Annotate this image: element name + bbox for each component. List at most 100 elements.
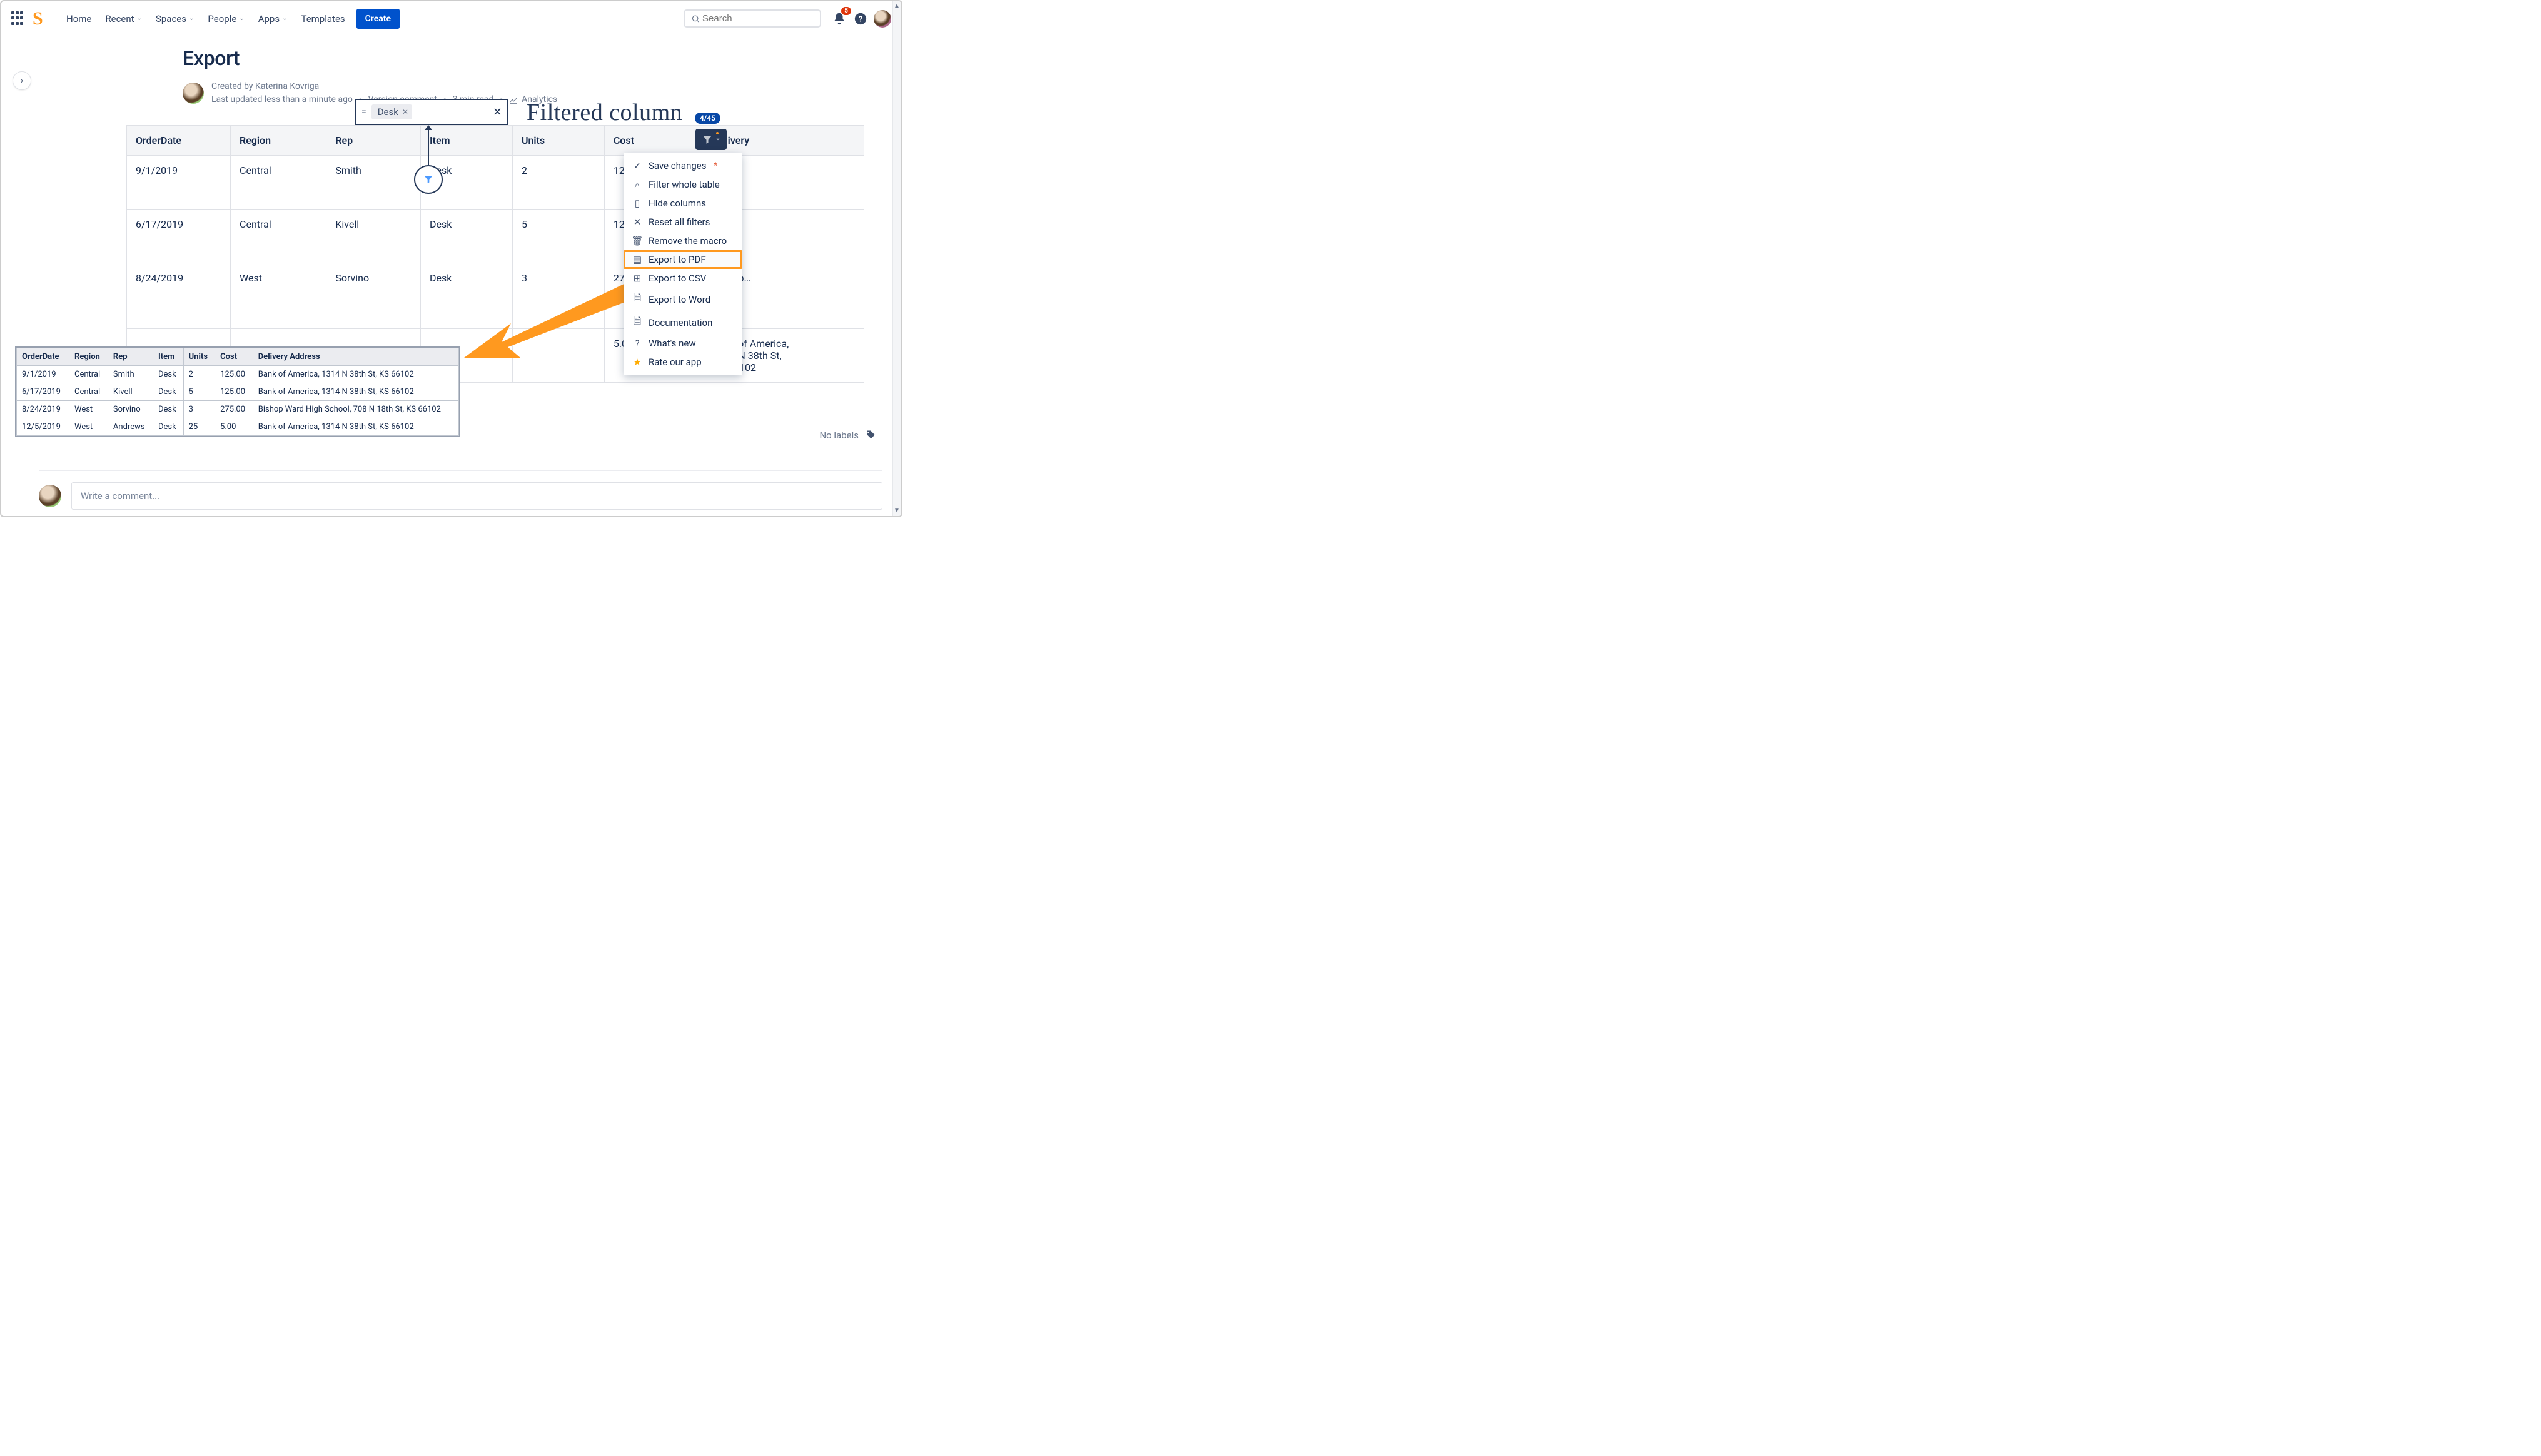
funnel-icon — [702, 134, 713, 145]
column-filter-input[interactable]: = Desk ✕ ✕ — [355, 99, 508, 125]
logo-icon[interactable]: S — [33, 10, 50, 28]
mini-row: 9/1/2019CentralSmithDesk2125.00Bank of A… — [17, 366, 459, 383]
col-item[interactable]: Item — [421, 126, 513, 156]
notifications-icon[interactable]: 5 — [829, 8, 850, 29]
menu-item-label: Reset all filters — [649, 216, 710, 228]
export-preview-table: OrderDateRegionRepItemUnitsCostDelivery … — [16, 348, 459, 436]
table-row: 9/1/2019CentralSmithDesk2125.00Ba… 13… K… — [127, 156, 864, 210]
cell-units — [512, 329, 604, 383]
nav-spaces[interactable]: Spaces⌄ — [151, 9, 199, 28]
csv-icon: ⊞ — [632, 273, 642, 284]
remove-chip-icon[interactable]: ✕ — [402, 108, 408, 116]
close-filter-icon[interactable]: ✕ — [493, 106, 502, 119]
mini-col-rep: Rep — [108, 348, 153, 366]
table-header-row: OrderDateRegionRepItemUnitsCostDelivery — [127, 126, 864, 156]
menu-item-label: Rate our app — [649, 356, 702, 368]
col-orderdate[interactable]: OrderDate — [127, 126, 231, 156]
menu-item-label: Export to CSV — [649, 273, 706, 284]
menu-save-changes[interactable]: ✓Save changes* — [624, 156, 742, 175]
filter-chip[interactable]: Desk ✕ — [371, 104, 412, 119]
menu-export-to-pdf[interactable]: ▤Export to PDF — [624, 250, 742, 269]
chevron-down-icon: ⌄ — [282, 15, 287, 22]
pdf-icon: ▤ — [632, 254, 642, 265]
labels-section[interactable]: No labels — [819, 430, 876, 441]
cell-units: 3 — [512, 263, 604, 329]
cell-units: 5 — [512, 210, 604, 263]
col-units[interactable]: Units — [512, 126, 604, 156]
col-region[interactable]: Region — [231, 126, 326, 156]
cell-date: 8/24/2019 — [127, 263, 231, 329]
annotation-arrow-line — [428, 126, 429, 165]
menu-documentation[interactable]: 🗎 Documentation — [624, 311, 742, 334]
tag-icon[interactable] — [865, 430, 876, 441]
filter-tool-button[interactable] — [695, 129, 727, 150]
chevron-down-icon: ⌄ — [189, 15, 194, 22]
table-row: 8/24/2019WestSorvinoDesk3275.00Bishop… H… — [127, 263, 864, 329]
cell-region: Central — [231, 210, 326, 263]
filter-counter-badge: 4/45 — [695, 113, 720, 124]
cell-date: 6/17/2019 — [127, 210, 231, 263]
star-icon: ★ — [632, 356, 642, 368]
author-avatar[interactable] — [183, 83, 204, 104]
col-delivery-address[interactable]: Delivery — [704, 126, 864, 156]
menu-filter-whole-table[interactable]: ⌕Filter whole table — [624, 175, 742, 194]
annotation-label: Filtered column — [527, 99, 682, 126]
menu-remove-the-macro[interactable]: 🗑 Remove the macro — [624, 231, 742, 250]
col-cost[interactable]: Cost — [604, 126, 704, 156]
user-avatar[interactable] — [874, 10, 891, 28]
cell-item: Desk — [421, 263, 513, 329]
comment-input[interactable]: Write a comment... — [71, 482, 882, 510]
mini-col-delivery-address: Delivery Address — [253, 348, 458, 366]
nav-apps[interactable]: Apps⌄ — [253, 9, 293, 28]
menu-item-label: Documentation — [649, 317, 712, 328]
mini-col-region: Region — [69, 348, 108, 366]
filter-dropdown-menu: ✓Save changes*⌕Filter whole table▯Hide c… — [624, 153, 742, 375]
col-rep[interactable]: Rep — [326, 126, 421, 156]
menu-rate-our-app[interactable]: ★ Rate our app — [624, 353, 742, 372]
menu-reset-all-filters[interactable]: ✕Reset all filters — [624, 213, 742, 231]
author-link[interactable]: Katerina Kovriga — [255, 81, 319, 91]
create-button[interactable]: Create — [356, 9, 400, 29]
menu-item-label: Save changes — [649, 160, 706, 171]
nav-templates[interactable]: Templates — [296, 9, 350, 28]
mini-col-cost: Cost — [215, 348, 253, 366]
doc-icon: 🗎 — [632, 315, 642, 330]
comment-bar: Write a comment... — [39, 470, 882, 510]
menu-item-label: Remove the macro — [649, 235, 727, 246]
table-row: 6/17/2019CentralKivellDesk5125.00Ba… 13…… — [127, 210, 864, 263]
mini-col-units: Units — [183, 348, 215, 366]
mini-row: 6/17/2019CentralKivellDesk5125.00Bank of… — [17, 383, 459, 401]
cell-region: Central — [231, 156, 326, 210]
app-switcher-icon[interactable] — [11, 11, 26, 26]
nav-home[interactable]: Home — [61, 9, 96, 28]
word-icon: 🗎 — [632, 291, 642, 307]
nav-people[interactable]: People⌄ — [203, 9, 249, 28]
mini-col-item: Item — [153, 348, 183, 366]
menu-what's-new[interactable]: ? What's new — [624, 334, 742, 353]
menu-item-label: What's new — [649, 338, 696, 349]
nav-recent[interactable]: Recent⌄ — [100, 9, 147, 28]
menu-export-to-word[interactable]: 🗎Export to Word — [624, 288, 742, 311]
column-filter-indicator — [414, 165, 443, 194]
page-title: Export — [183, 46, 901, 70]
cell-region: West — [231, 263, 326, 329]
help-icon[interactable]: ? — [850, 8, 871, 29]
chevron-down-icon: ⌄ — [239, 15, 244, 22]
cell-date: 9/1/2019 — [127, 156, 231, 210]
hide-icon: ▯ — [632, 198, 642, 209]
menu-export-to-csv[interactable]: ⊞ Export to CSV — [624, 269, 742, 288]
menu-hide-columns[interactable]: ▯Hide columns — [624, 194, 742, 213]
last-updated[interactable]: Last updated less than a minute ago — [211, 93, 353, 106]
cell-item: Desk — [421, 210, 513, 263]
analytics-icon — [509, 96, 518, 104]
mini-row: 12/5/2019WestAndrewsDesk255.00Bank of Am… — [17, 418, 459, 436]
data-table: OrderDateRegionRepItemUnitsCostDelivery … — [126, 125, 864, 383]
search-icon: ⌕ — [632, 179, 642, 190]
q-icon: ? — [632, 338, 642, 349]
search-input[interactable] — [684, 9, 821, 28]
comment-avatar[interactable] — [39, 485, 61, 507]
cell-units: 2 — [512, 156, 604, 210]
cell-rep: Kivell — [326, 210, 421, 263]
trash-icon: 🗑 — [632, 235, 642, 246]
cell-rep: Smith — [326, 156, 421, 210]
